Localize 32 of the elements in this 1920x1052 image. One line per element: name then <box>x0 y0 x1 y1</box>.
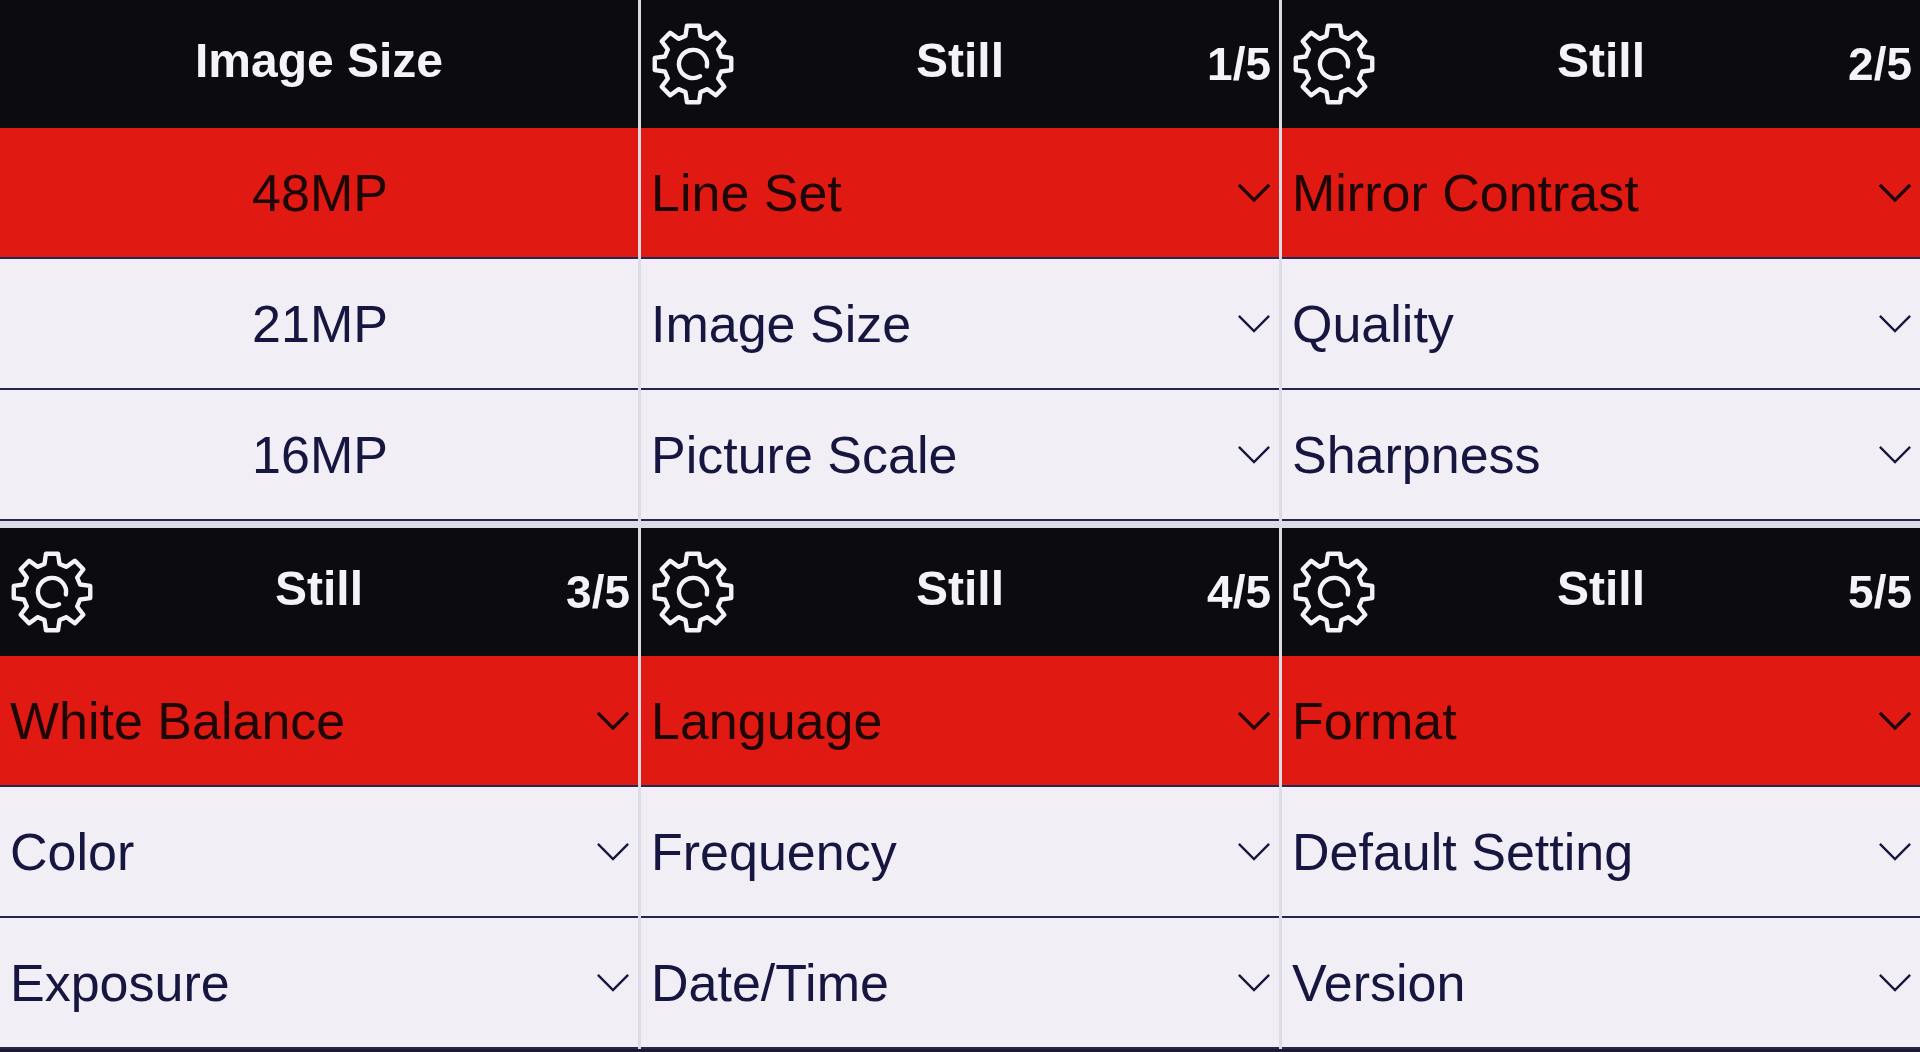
menu-title: Still <box>916 34 1004 89</box>
menu-title: Still <box>1557 562 1645 617</box>
chevron-down-icon <box>596 842 630 861</box>
menu-title: Still <box>275 562 363 617</box>
chevron-down-icon <box>1878 314 1912 333</box>
chevron-down-icon <box>1237 842 1271 861</box>
menu-item[interactable]: 48MP <box>0 128 638 259</box>
menu-title: Still <box>1557 34 1645 89</box>
chevron-down-icon <box>1237 445 1271 464</box>
page-indicator: 1/5 <box>1207 38 1271 90</box>
chevron-down-icon <box>1237 314 1271 333</box>
chevron-down-icon <box>1878 711 1912 730</box>
chevron-down-icon <box>1237 973 1271 992</box>
menu-title: Still <box>916 562 1004 617</box>
chevron-down-icon <box>1878 183 1912 202</box>
chevron-down-icon <box>1237 183 1271 202</box>
page-indicator: 5/5 <box>1848 566 1912 618</box>
chevron-down-icon <box>1878 973 1912 992</box>
page-indicator: 2/5 <box>1848 38 1912 90</box>
menu-item[interactable]: Line Set <box>641 128 1279 259</box>
chevron-down-icon <box>1878 445 1912 464</box>
menu-title: Image Size <box>194 34 444 89</box>
page-indicator: 4/5 <box>1207 566 1271 618</box>
menu-item[interactable]: Format <box>1282 656 1920 787</box>
chevron-down-icon <box>1237 711 1271 730</box>
menu-item[interactable]: White Balance <box>0 656 638 787</box>
chevron-down-icon <box>1878 842 1912 861</box>
chevron-down-icon <box>596 973 630 992</box>
menu-item[interactable]: Mirror Contrast <box>1282 128 1920 259</box>
chevron-down-icon <box>596 711 630 730</box>
page-indicator: 3/5 <box>566 566 630 618</box>
menu-item[interactable]: Language <box>641 656 1279 787</box>
